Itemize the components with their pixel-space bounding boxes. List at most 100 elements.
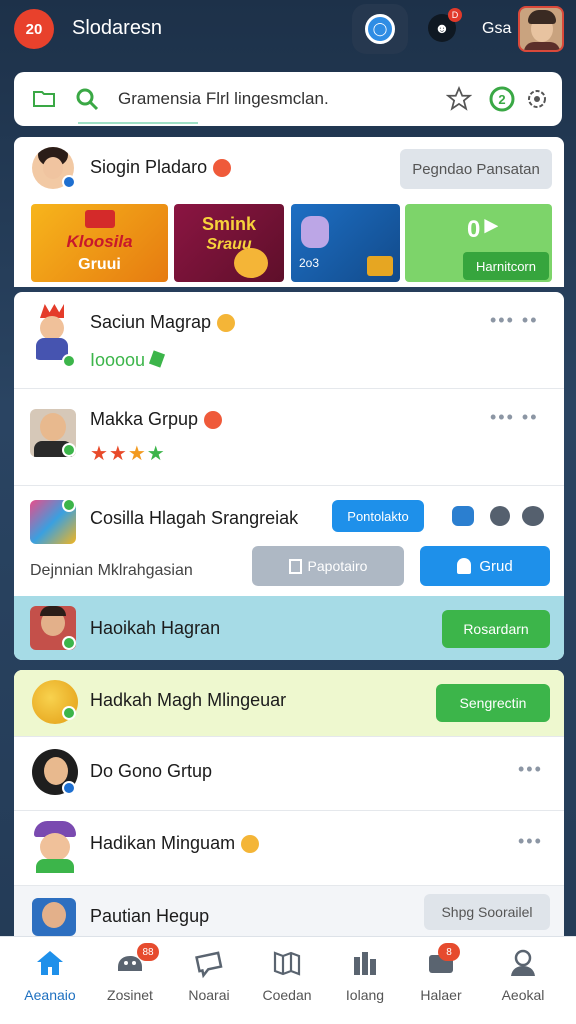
shield-icon: ◯ (365, 14, 395, 44)
nav-item-library[interactable]: Iolang (324, 937, 406, 1024)
nav-item-inbox[interactable]: 8 Halaer (400, 937, 482, 1024)
search-input[interactable]: Gramensia Flrl lingesmclan. (118, 89, 329, 109)
tile-value: 0 (467, 216, 499, 244)
game-tile-2[interactable]: Smink Srauu (174, 204, 284, 282)
list-item[interactable]: Hadikan Minguam ••• (14, 811, 564, 885)
list-item[interactable]: Do Gono Grtup ••• (14, 737, 564, 809)
more-options-icon[interactable]: ••• •• (490, 407, 539, 428)
list-item[interactable]: Pautian Hegup Shpg Soorailel (14, 886, 564, 936)
tile-subtitle: 2o3 (299, 256, 320, 270)
emoji-icon (204, 411, 223, 430)
nav-label: Noarai (188, 987, 230, 1003)
group-list-secondary: Hadkah Magh Mlingeuar Sengrectin Do Gono… (14, 670, 564, 936)
game-tile-3[interactable]: 2o3 (291, 204, 400, 282)
nav-item-chat[interactable]: Noarai (168, 937, 250, 1024)
nav-label: Zosinet (107, 987, 153, 1003)
shield-toggle[interactable]: ◯ (352, 4, 408, 54)
checkbox-icon (288, 558, 302, 574)
star-icon[interactable] (446, 86, 472, 112)
online-status-icon (62, 781, 76, 795)
share-icon[interactable] (452, 506, 474, 526)
emoji-icon (241, 835, 260, 854)
home-icon (37, 951, 63, 975)
refresh-icon[interactable]: 2 (488, 85, 516, 113)
smiley-icon (234, 248, 268, 278)
list-item[interactable]: Cosilla Hlagah Srangreiak Pontolakto Dej… (14, 486, 564, 594)
tile-action-button[interactable]: Harnitcorn (463, 252, 549, 280)
search-icon (76, 88, 99, 111)
navigate-icon[interactable] (522, 506, 544, 526)
group-name: Cosilla Hlagah Srangreiak (90, 508, 299, 528)
secondary-action-button[interactable]: Shpg Soorailel (424, 894, 550, 930)
more-options-icon[interactable]: ••• (518, 759, 543, 780)
crown-icon (85, 210, 115, 228)
avatar (30, 821, 80, 873)
app-title: Slodaresn (72, 17, 163, 39)
nav-item-groups[interactable]: 88 Zosinet (89, 937, 171, 1024)
nav-item-map[interactable]: Coedan (246, 937, 328, 1024)
online-status-icon (62, 354, 76, 368)
pet-icon (301, 216, 329, 248)
chat-icon (195, 951, 223, 979)
nav-item-home[interactable]: Aeanaio (9, 937, 91, 1024)
nav-label: Coedan (262, 987, 312, 1003)
level-badge[interactable]: 20 (14, 9, 54, 49)
top-bar: 20 Slodaresn ◯ ☻ D Gsa (0, 0, 576, 58)
emoji-icon (213, 159, 232, 178)
group-name: Do Gono Grtup (90, 761, 213, 781)
game-tile-4[interactable]: 0 Harnitcorn (405, 204, 552, 282)
tile-title: Kloosila (66, 232, 133, 251)
flag-icon (484, 219, 499, 234)
more-options-icon[interactable]: ••• (518, 831, 543, 852)
primary-action-button[interactable]: Grud (420, 546, 550, 586)
emoji-icon (217, 314, 236, 333)
list-item-selected[interactable]: Haoikah Hagran Rosardarn (14, 596, 564, 660)
join-button[interactable]: Sengrectin (436, 684, 550, 722)
username: Gsa (482, 20, 512, 37)
notification-badge: 8 (438, 943, 460, 961)
nav-label: Aeanaio (24, 987, 76, 1003)
list-item[interactable]: Makka Grpup ★★★★ ••• •• (14, 389, 564, 485)
profile-icon (511, 949, 535, 976)
status-pill-button[interactable]: Pontolakto (332, 500, 424, 532)
online-status-icon (62, 636, 76, 650)
secondary-action-button[interactable]: Papotairo (252, 546, 404, 586)
link-icon[interactable] (490, 506, 510, 526)
leaf-icon (149, 350, 166, 368)
tile-subtitle: Gruui (78, 256, 121, 273)
group-name: Pautian Hegup (90, 906, 210, 926)
messages-icon[interactable]: ☻ D (428, 8, 462, 42)
online-status-icon (62, 498, 76, 512)
group-name: Hadikan Minguam (90, 833, 260, 854)
online-status-icon (62, 706, 76, 720)
avatar (34, 304, 70, 360)
group-list: Saciun Magrap Ioooou ••• •• Makka Grpup … (14, 292, 564, 660)
nav-item-profile[interactable]: Aeokal (482, 937, 564, 1024)
group-name: Hadkah Magh Mlingeuar (90, 690, 287, 710)
settings-icon[interactable] (524, 86, 550, 112)
featured-action-button[interactable]: Pegndao Pansatan (400, 149, 552, 189)
group-name: Saciun Magrap (90, 312, 236, 333)
game-tile-1[interactable]: Kloosila Gruui (31, 204, 168, 282)
nav-label: Iolang (345, 987, 385, 1003)
map-icon (273, 951, 301, 976)
join-button[interactable]: Rosardarn (442, 610, 550, 648)
rating-stars: ★★★★ (90, 443, 166, 465)
tile-title: Smink (201, 214, 257, 234)
avatar (32, 898, 76, 936)
svg-text:2: 2 (498, 92, 505, 107)
folder-icon[interactable] (32, 86, 56, 110)
online-status-icon (62, 175, 76, 189)
user-avatar[interactable] (518, 6, 564, 52)
list-item[interactable]: Saciun Magrap Ioooou ••• •• (14, 292, 564, 388)
treasure-icon (367, 256, 393, 276)
online-status-icon (62, 443, 76, 457)
list-item-highlighted[interactable]: Hadkah Magh Mlingeuar Sengrectin (14, 670, 564, 736)
group-name: Makka Grpup (90, 409, 223, 430)
nav-label: Halaer (420, 987, 462, 1003)
bottom-navigation: Aeanaio 88 Zosinet Noarai Coedan Iolang … (0, 936, 576, 1024)
more-options-icon[interactable]: ••• •• (490, 310, 539, 331)
ghost-icon (457, 558, 472, 574)
search-bar[interactable]: Gramensia Flrl lingesmclan. 2 (14, 72, 562, 126)
notification-badge: 88 (137, 943, 159, 961)
